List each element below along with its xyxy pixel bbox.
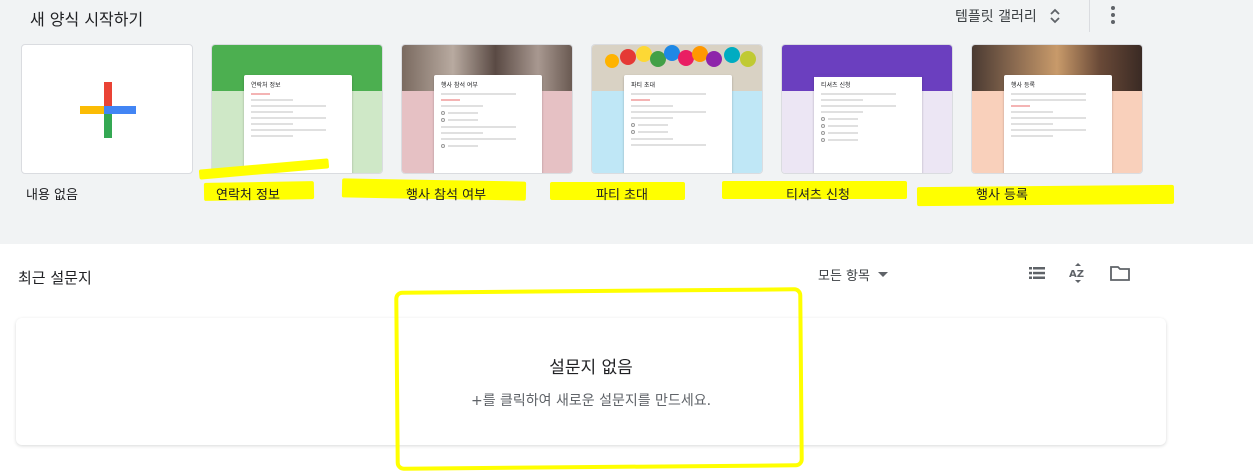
form-preview: 티셔츠 신청 <box>814 75 922 173</box>
template-label-event-registration: 행사 등록 <box>976 188 1028 203</box>
arrow-drop-down-icon <box>877 271 888 277</box>
form-preview: 연락처 정보 <box>244 75 352 173</box>
template-section: 새 양식 시작하기 템플릿 갤러리 연락처 정보 행사 참석 여부 파티 초대 … <box>0 0 1253 244</box>
more-vert-icon[interactable] <box>1104 4 1122 26</box>
template-gallery-label: 템플릿 갤러리 <box>955 9 1037 25</box>
form-preview: 행사 참석 여부 <box>434 75 542 173</box>
header-divider <box>1089 0 1090 32</box>
template-label-tshirt-signup: 티셔츠 신청 <box>786 188 850 203</box>
template-tshirt-signup[interactable]: 티셔츠 신청 <box>781 44 953 174</box>
empty-state-subtitle: +를 클릭하여 새로운 설문지를 만드세요. <box>470 393 712 409</box>
template-label-contact-info: 연락처 정보 <box>216 188 280 203</box>
template-rsvp[interactable]: 행사 참석 여부 <box>401 44 573 174</box>
empty-forms-card: 설문지 없음 +를 클릭하여 새로운 설문지를 만드세요. <box>16 318 1166 445</box>
plus-icon <box>80 82 136 138</box>
highlight-mark <box>916 184 1175 207</box>
template-label-blank: 내용 없음 <box>26 188 78 203</box>
template-party-invite[interactable]: 파티 초대 <box>591 44 763 174</box>
form-preview: 파티 초대 <box>624 75 732 173</box>
template-contact-info[interactable]: 연락처 정보 <box>211 44 383 174</box>
template-label-party-invite: 파티 초대 <box>596 188 648 203</box>
template-blank[interactable] <box>21 44 193 174</box>
empty-state-title: 설문지 없음 <box>549 358 633 378</box>
list-view-icon[interactable] <box>1026 262 1048 284</box>
unfold-more-icon <box>1049 7 1061 25</box>
sort-az-icon[interactable]: AZ <box>1067 262 1089 284</box>
svg-text:AZ: AZ <box>1069 269 1084 280</box>
template-label-rsvp: 행사 참석 여부 <box>406 188 487 203</box>
recent-forms-title: 최근 설문지 <box>18 269 92 287</box>
form-preview: 행사 등록 <box>1004 75 1112 173</box>
owner-filter-label: 모든 항목 <box>818 268 870 284</box>
template-gallery-button[interactable]: 템플릿 갤러리 <box>955 5 1061 27</box>
template-event-registration[interactable]: 행사 등록 <box>971 44 1143 174</box>
section-title: 새 양식 시작하기 <box>30 10 144 29</box>
folder-icon[interactable] <box>1109 262 1131 284</box>
owner-filter-dropdown[interactable]: 모든 항목 <box>818 264 888 284</box>
